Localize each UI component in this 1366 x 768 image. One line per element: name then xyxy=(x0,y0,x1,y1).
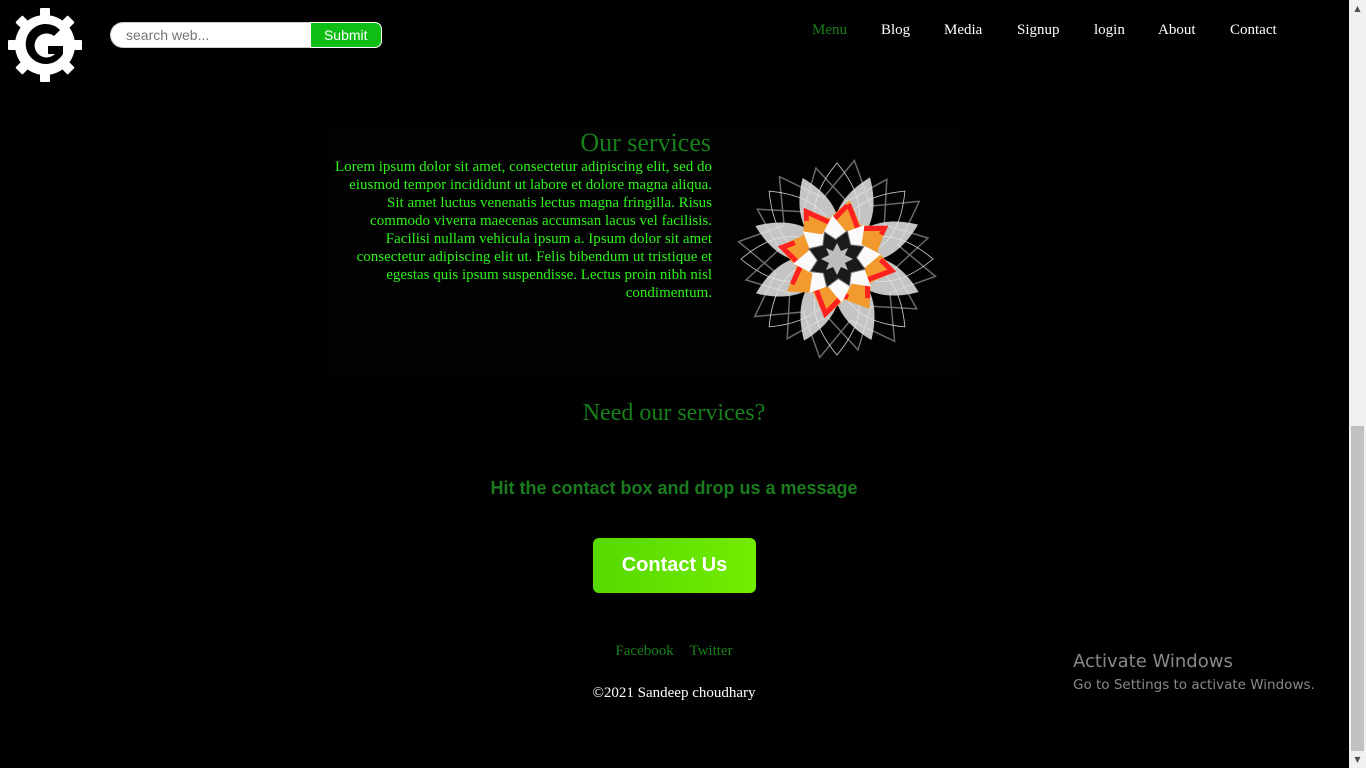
gear-logo-icon[interactable] xyxy=(8,8,82,82)
search-form: Submit xyxy=(110,22,382,48)
windows-activation-watermark: Activate Windows Go to Settings to activ… xyxy=(1073,651,1315,695)
geometric-flower-illustration xyxy=(737,159,937,359)
nav-link-about[interactable]: About xyxy=(1158,22,1196,39)
search-input[interactable] xyxy=(110,22,310,48)
nav-link-signup[interactable]: Signup xyxy=(1017,22,1060,39)
nav-link-blog[interactable]: Blog xyxy=(881,22,910,39)
facebook-link[interactable]: Facebook xyxy=(615,643,673,659)
scrollbar-thumb[interactable] xyxy=(1351,426,1364,751)
nav-link-login[interactable]: login xyxy=(1094,22,1125,39)
twitter-link[interactable]: Twitter xyxy=(689,643,732,659)
submit-button[interactable]: Submit xyxy=(309,22,382,48)
nav-link-contact[interactable]: Contact xyxy=(1230,22,1277,39)
nav-link-media[interactable]: Media xyxy=(944,22,982,39)
watermark-subtitle: Go to Settings to activate Windows. xyxy=(1073,677,1315,693)
page: Submit Menu Blog Media Signup login Abou… xyxy=(0,0,1366,768)
nav-link-menu[interactable]: Menu xyxy=(812,22,847,39)
watermark-title: Activate Windows xyxy=(1073,651,1233,672)
cta-heading: Need our services? xyxy=(582,400,766,426)
cta-subheading: Hit the contact box and drop us a messag… xyxy=(490,478,858,498)
scroll-down-arrow-icon[interactable]: ▼ xyxy=(1349,751,1366,768)
contact-us-button[interactable]: Contact Us xyxy=(593,538,756,593)
vertical-scrollbar[interactable]: ▲ ▼ xyxy=(1349,0,1366,768)
scroll-up-arrow-icon[interactable]: ▲ xyxy=(1349,0,1366,17)
services-description: Lorem ipsum dolor sit amet, consectetur … xyxy=(335,159,712,301)
services-title: Our services xyxy=(580,128,711,157)
